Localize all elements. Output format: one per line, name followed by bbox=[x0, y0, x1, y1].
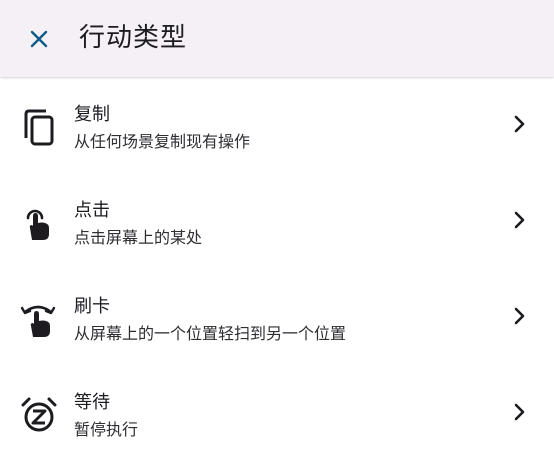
item-description: 暂停执行 bbox=[74, 420, 139, 439]
page-title: 行动类型 bbox=[79, 23, 188, 53]
item-title: 刷卡 bbox=[74, 296, 110, 317]
close-icon bbox=[30, 30, 48, 48]
list-item-copy[interactable]: 复制 从任何场景复制现有操作 bbox=[0, 78, 554, 174]
item-title: 等待 bbox=[74, 392, 110, 413]
item-description: 从任何场景复制现有操作 bbox=[74, 132, 251, 151]
chevron-right-icon bbox=[514, 403, 525, 421]
top-app-bar: 行动类型 bbox=[0, 0, 554, 77]
item-description: 点击屏幕上的某处 bbox=[74, 228, 203, 247]
tap-icon bbox=[26, 209, 49, 240]
list-item-tap[interactable]: 点击 点击屏幕上的某处 bbox=[0, 174, 554, 270]
list-item-swipe[interactable]: 刷卡 从屏幕上的一个位置轻扫到另一个位置 bbox=[0, 270, 554, 366]
item-title: 复制 bbox=[74, 104, 110, 125]
action-type-list: 复制 从任何场景复制现有操作 点击 点击屏幕上的某处 刷卡 从屏幕上的一个位置轻… bbox=[0, 78, 554, 462]
item-description: 从屏幕上的一个位置轻扫到另一个位置 bbox=[74, 324, 347, 343]
chevron-right-icon bbox=[514, 211, 525, 229]
chevron-right-icon bbox=[514, 307, 525, 325]
swipe-icon bbox=[20, 305, 56, 337]
close-button[interactable] bbox=[26, 26, 52, 52]
item-title: 点击 bbox=[74, 200, 110, 221]
chevron-right-icon bbox=[514, 115, 525, 133]
copy-icon bbox=[24, 109, 54, 146]
list-item-wait[interactable]: 等待 暂停执行 bbox=[0, 366, 554, 462]
snooze-alarm-icon bbox=[21, 397, 57, 432]
